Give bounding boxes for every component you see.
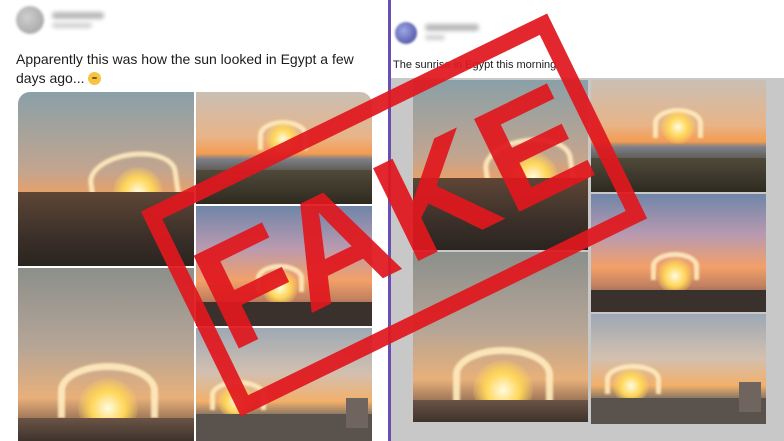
thinking-face-emoji-icon (87, 72, 101, 85)
blurred-username[interactable] (52, 12, 104, 19)
sunrise-photo-hills[interactable] (18, 268, 194, 441)
avatar[interactable] (395, 22, 417, 44)
post-header (391, 0, 784, 44)
sunrise-photo-beach[interactable] (591, 80, 766, 192)
sunrise-photo-palm[interactable] (196, 206, 372, 326)
sunrise-photo-hills[interactable] (413, 252, 588, 422)
blurred-username[interactable] (425, 24, 479, 31)
post-caption: Apparently this was how the sun looked i… (16, 50, 378, 88)
sunrise-photo-beach[interactable] (196, 92, 372, 204)
blurred-timestamp (425, 35, 445, 40)
sunrise-photo-houses[interactable] (591, 314, 766, 424)
post-header (0, 0, 388, 40)
avatar[interactable] (16, 6, 44, 34)
post-caption: The sunrise in Egypt this morning (393, 59, 557, 71)
post-caption-text: Apparently this was how the sun looked i… (16, 51, 354, 86)
sunrise-photo-houses[interactable] (196, 328, 372, 441)
sunrise-photo-palm[interactable] (591, 194, 766, 312)
sunrise-photo-city[interactable] (413, 80, 588, 250)
sunrise-photo-city[interactable] (18, 92, 194, 266)
blurred-handle (52, 23, 92, 28)
